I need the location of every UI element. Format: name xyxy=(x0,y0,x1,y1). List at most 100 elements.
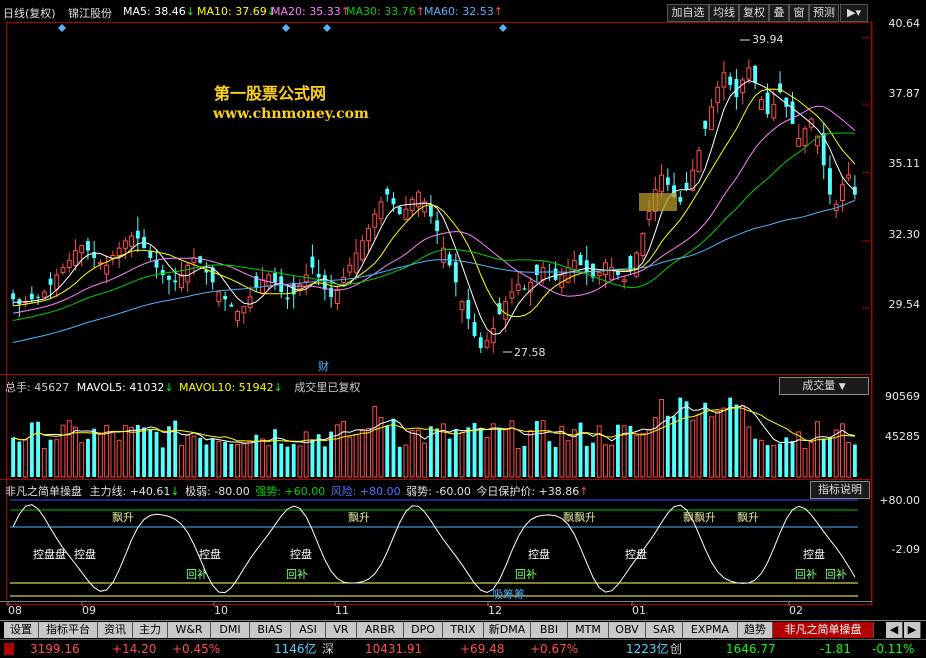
tab-wr[interactable]: W&R xyxy=(168,622,211,638)
volume-bar-down xyxy=(160,447,165,477)
tab-trix[interactable]: TRIX xyxy=(443,622,484,638)
volume-bar-down xyxy=(584,445,589,477)
volume-bar-up xyxy=(366,427,371,478)
candle-body-down xyxy=(765,92,770,115)
tab-asi[interactable]: ASI xyxy=(291,622,326,638)
candle-body-up xyxy=(696,150,702,173)
month-label: 01 xyxy=(632,604,646,617)
volume-bar-up xyxy=(659,399,665,478)
candle-body-up xyxy=(509,291,515,299)
volume-bar-up xyxy=(54,439,60,478)
volume-bar-down xyxy=(778,443,782,477)
signal-label: 回补 xyxy=(795,568,817,581)
candle-body-up xyxy=(378,201,384,220)
tab-info[interactable]: 资讯 xyxy=(98,622,133,638)
volume-bar-down xyxy=(154,431,159,477)
tab-arbr[interactable]: ARBR xyxy=(357,622,404,638)
candle-body-down xyxy=(310,256,315,268)
candle-body-up xyxy=(216,291,222,303)
tab-vr[interactable]: VR xyxy=(326,622,357,638)
chart-area[interactable] xyxy=(0,0,926,620)
volume-bar-up xyxy=(490,423,496,478)
month-label: 11 xyxy=(335,604,349,617)
candle-body-down xyxy=(616,271,620,275)
volume-bar-down xyxy=(173,420,178,477)
candle-body-up xyxy=(409,198,415,212)
indicator-help-button[interactable]: 指标说明 xyxy=(810,481,870,499)
candle-body-up xyxy=(359,240,365,261)
volume-bar-up xyxy=(609,444,615,478)
candle-body-up xyxy=(116,247,122,257)
moving-average-lines xyxy=(12,39,856,353)
volume-bar-up xyxy=(503,428,509,478)
tab-scroll-left[interactable]: ◀ xyxy=(886,622,903,638)
panel-separator xyxy=(0,374,872,375)
tab-trend[interactable]: 趋势 xyxy=(738,622,773,638)
finance-marker[interactable]: 财 xyxy=(318,358,329,374)
volume-select[interactable]: 成交量 ▼ xyxy=(779,377,869,395)
candle-body-up xyxy=(403,208,409,220)
tab-new-dma[interactable]: 新DMA xyxy=(484,622,531,638)
candle-body-up xyxy=(846,174,852,179)
volume-bar-up xyxy=(409,430,415,478)
ma30-line xyxy=(13,132,855,321)
candle-body-up xyxy=(746,67,752,80)
month-label: 02 xyxy=(789,604,803,617)
volume-bar-down xyxy=(11,437,16,477)
sh-change: +14.20 xyxy=(112,642,157,656)
tab-expma[interactable]: EXPMA xyxy=(683,622,738,638)
volume-bar-up xyxy=(66,420,72,478)
candle-body-down xyxy=(435,220,440,232)
volume-bar-up xyxy=(266,445,272,478)
candle-body-down xyxy=(703,120,708,129)
tab-bias[interactable]: BIAS xyxy=(250,622,291,638)
volume-bar-down xyxy=(135,424,140,477)
volume-bar-up xyxy=(802,448,808,478)
tab-scroll-right[interactable]: ▶ xyxy=(904,622,921,638)
candle-body-up xyxy=(802,128,808,146)
volume-bar-up xyxy=(740,405,746,478)
candle-body-down xyxy=(453,261,458,283)
volume-bar-up xyxy=(297,445,303,478)
tab-indicator-platform[interactable]: 指标平台 xyxy=(39,622,98,638)
volume-bar-up xyxy=(746,426,752,478)
volume-bar-up xyxy=(758,439,764,478)
candle-body-up xyxy=(490,328,496,343)
tab-feifan-simple-operation[interactable]: 非凡之简单操盘 xyxy=(773,622,874,638)
panel-separator xyxy=(0,601,872,602)
volume-bar-down xyxy=(229,443,234,477)
volume-bar-down xyxy=(478,428,483,477)
tab-dpo[interactable]: DPO xyxy=(404,622,443,638)
volume-bar-down xyxy=(17,441,22,477)
candle-body-down xyxy=(36,296,40,298)
volume-bar-down xyxy=(391,418,396,477)
ma10-line xyxy=(13,88,856,318)
signal-label: 飘飘升 xyxy=(563,511,596,524)
candle-body-down xyxy=(534,264,539,275)
candle-body-down xyxy=(173,280,178,283)
signal-label: 飘升 xyxy=(112,511,134,524)
volume-bar-down xyxy=(821,438,826,477)
volume-bar-up xyxy=(696,414,702,478)
volume-bar-up xyxy=(690,419,696,478)
tab-bbi[interactable]: BBI xyxy=(531,622,568,638)
tab-main-force[interactable]: 主力 xyxy=(133,622,168,638)
volume-bar-up xyxy=(721,407,727,478)
candle-body-up xyxy=(129,235,135,247)
tab-settings[interactable]: 设置 xyxy=(4,622,39,638)
volume-bar-down xyxy=(385,425,390,477)
ma5-line xyxy=(13,79,856,335)
tab-dmi[interactable]: DMI xyxy=(211,622,250,638)
sh-percent: +0.45% xyxy=(172,642,221,656)
volume-bar-up xyxy=(422,442,428,478)
candle-body-down xyxy=(553,268,558,280)
candle-body-down xyxy=(86,241,90,251)
volume-bar-down xyxy=(329,431,334,477)
tab-sar[interactable]: SAR xyxy=(646,622,683,638)
cy-index: 1646.77 xyxy=(726,642,776,656)
tab-mtm[interactable]: MTM xyxy=(568,622,609,638)
watermark-title: 第一股票公式网 xyxy=(214,84,327,103)
tab-obv[interactable]: OBV xyxy=(609,622,646,638)
volume-bar-down xyxy=(142,427,146,477)
sh-index: 3199.16 xyxy=(30,642,80,656)
